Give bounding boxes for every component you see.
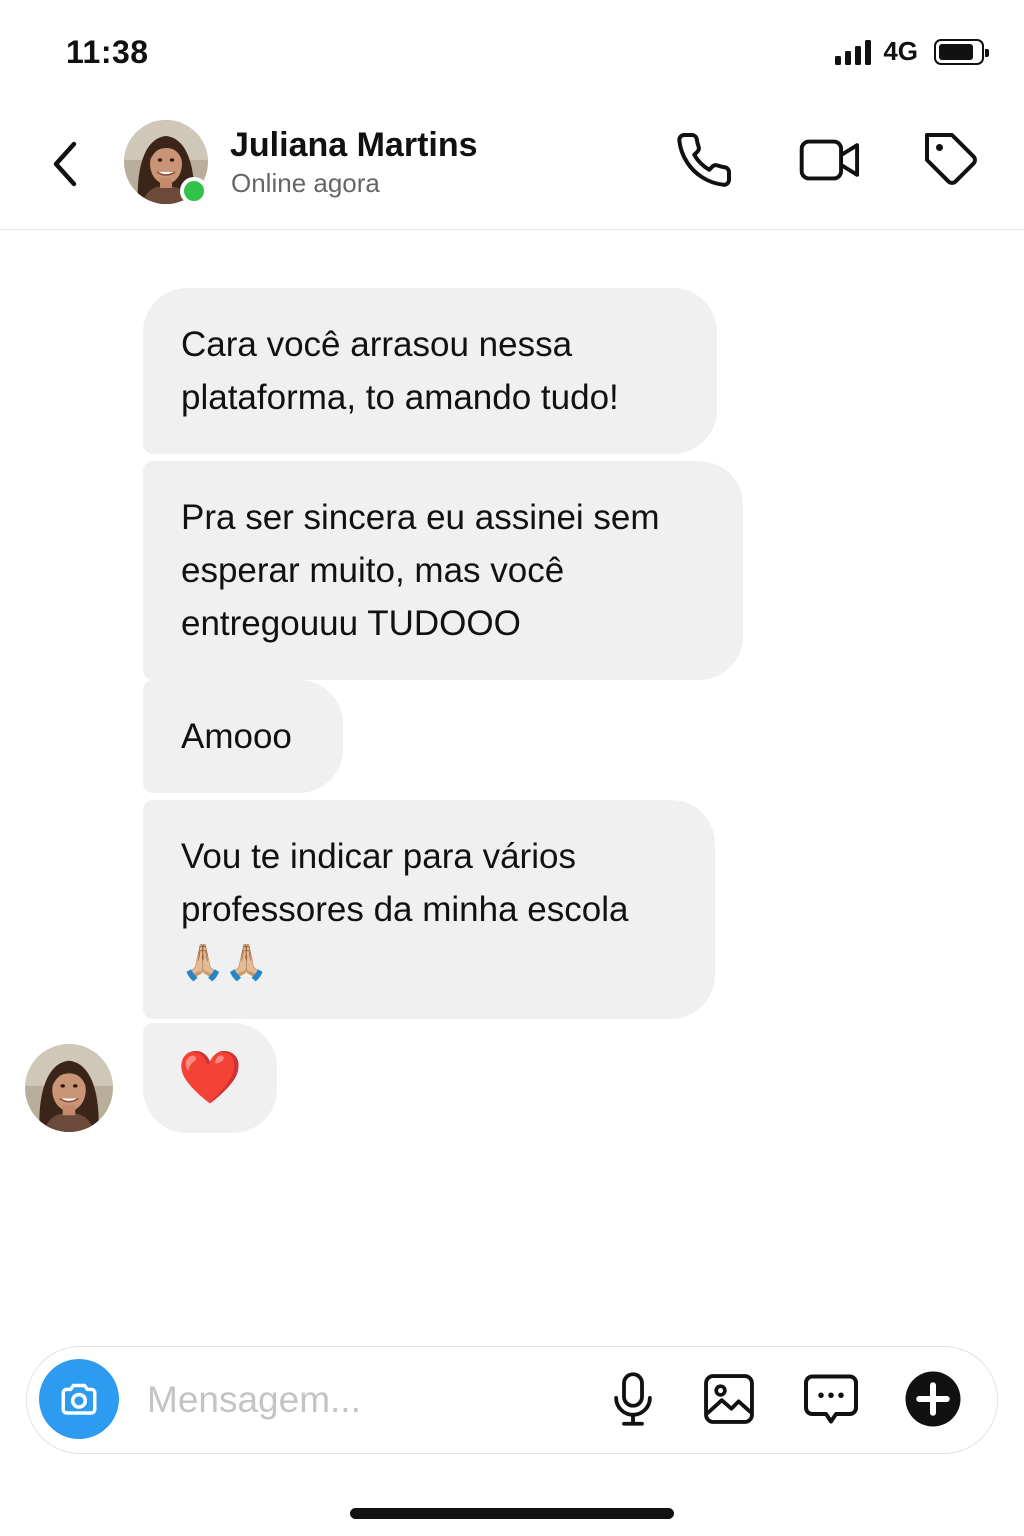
status-bar: 11:38 4G [0, 0, 1024, 100]
contact-name[interactable]: Juliana Martins [230, 126, 478, 165]
signal-strength-icon [835, 39, 872, 65]
camera-button[interactable] [39, 1359, 119, 1439]
network-type: 4G [883, 36, 918, 66]
message-input[interactable] [147, 1371, 587, 1429]
back-chevron-icon [53, 141, 77, 187]
sender-avatar [25, 1044, 113, 1132]
tag-button[interactable] [920, 128, 984, 192]
message-bubble[interactable]: Cara você arrasou nessa plataforma, to a… [143, 288, 717, 454]
status-time: 11:38 [66, 34, 149, 70]
video-camera-icon [799, 139, 860, 181]
back-button[interactable] [40, 134, 90, 194]
microphone-icon [614, 1372, 652, 1426]
plus-icon [905, 1371, 961, 1427]
phone-icon [677, 133, 732, 187]
video-call-button[interactable] [798, 128, 862, 192]
sticker-button[interactable] [799, 1367, 863, 1431]
gallery-button[interactable] [697, 1367, 761, 1431]
image-icon [704, 1374, 754, 1424]
tag-icon [925, 133, 977, 185]
battery-icon [934, 38, 989, 65]
voice-message-button[interactable] [601, 1367, 665, 1431]
message-composer [26, 1346, 998, 1454]
chat-header: Juliana Martins Online agora [0, 100, 1024, 230]
online-status-dot [180, 177, 208, 205]
message-bubble[interactable]: Pra ser sincera eu assinei sem esperar m… [143, 461, 743, 680]
camera-icon [61, 1383, 97, 1415]
contact-status: Online agora [231, 168, 380, 198]
call-button[interactable] [672, 128, 736, 192]
more-options-button[interactable] [901, 1367, 965, 1431]
chat-bubble-icon [804, 1374, 858, 1424]
heart-message-bubble[interactable]: ❤️ [143, 1023, 277, 1133]
message-bubble[interactable]: Amooo [143, 680, 343, 793]
status-indicators: 4G [835, 36, 989, 67]
message-bubble[interactable]: Vou te indicar para vários professores d… [143, 800, 715, 1019]
home-indicator[interactable] [350, 1508, 674, 1519]
